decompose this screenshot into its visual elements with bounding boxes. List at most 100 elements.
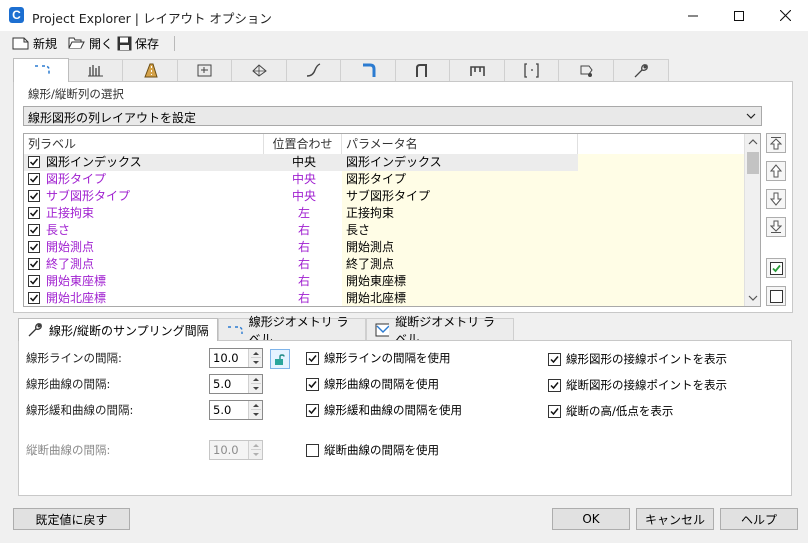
spinner-arrows[interactable]: [248, 401, 262, 419]
row-checkbox[interactable]: [28, 207, 40, 219]
row-checkbox[interactable]: [28, 224, 40, 236]
save-button[interactable]: 保存: [117, 33, 159, 53]
tab-profile-geometry-label[interactable]: 縦断ジオメトリ ラベル: [366, 315, 514, 346]
main-tab-wrench[interactable]: [612, 59, 669, 81]
table-row[interactable]: 正接拘束左正接拘束: [24, 205, 746, 222]
new-button[interactable]: 新規: [12, 33, 57, 53]
row-alignment[interactable]: 右: [264, 256, 344, 273]
minimize-button[interactable]: [670, 0, 716, 31]
ok-button[interactable]: OK: [552, 508, 630, 530]
row-checkbox[interactable]: [28, 190, 40, 202]
move-top-button[interactable]: [766, 133, 786, 153]
move-down-button[interactable]: [766, 189, 786, 209]
row-parameter-name[interactable]: 終了測点: [342, 256, 578, 273]
main-tab-pressure-fitting[interactable]: [449, 59, 505, 81]
main-tab-alignment-layout[interactable]: [13, 58, 69, 82]
main-tab-pipe-network[interactable]: [340, 59, 396, 81]
header-column-label[interactable]: 列ラベル: [28, 134, 264, 154]
main-tab-road[interactable]: [122, 59, 178, 81]
row-column-label[interactable]: 正接拘束: [46, 205, 94, 222]
row-column-label[interactable]: 開始測点: [46, 239, 94, 256]
row-checkbox[interactable]: [28, 241, 40, 253]
row-alignment[interactable]: 右: [264, 273, 344, 290]
row-checkbox[interactable]: [28, 275, 40, 287]
tab-sampling-interval-label: 線形/縦断のサンプリング間隔: [49, 323, 209, 338]
main-tab-pipe-curve[interactable]: [285, 59, 342, 81]
use-curve-interval-checkbox[interactable]: 線形曲線の間隔を使用: [306, 376, 439, 392]
lock-toggle-button[interactable]: [270, 349, 290, 369]
show-profile-tangent-points-checkbox[interactable]: 縦断図形の接線ポイントを表示: [548, 377, 727, 393]
spinner-arrows[interactable]: [248, 349, 262, 367]
table-row[interactable]: 開始北座標右開始北座標: [24, 290, 746, 306]
row-column-label[interactable]: 図形インデックス: [46, 154, 142, 171]
curve-interval-spinner[interactable]: 5.0: [209, 374, 263, 394]
table-row[interactable]: 開始東座標右開始東座標: [24, 273, 746, 290]
row-column-label[interactable]: 開始東座標: [46, 273, 106, 290]
scrollbar-thumb[interactable]: [747, 152, 759, 174]
table-row[interactable]: 図形インデックス 中央 図形インデックス: [24, 154, 746, 171]
check-all-button[interactable]: [766, 258, 786, 278]
move-bottom-button[interactable]: [766, 217, 786, 237]
main-tab-corridor-section[interactable]: [176, 59, 233, 81]
row-alignment[interactable]: 右: [264, 239, 344, 256]
table-row[interactable]: 長さ右長さ: [24, 222, 746, 239]
use-profile-curve-interval-checkbox[interactable]: 縦断曲線の間隔を使用: [306, 442, 439, 458]
table-row[interactable]: サブ図形タイプ 中央 サブ図形タイプ: [24, 188, 746, 205]
show-alignment-tangent-points-checkbox[interactable]: 線形図形の接線ポイントを表示: [548, 351, 727, 367]
main-tab-section-bracket[interactable]: [503, 59, 560, 81]
uncheck-all-button[interactable]: [766, 286, 786, 306]
row-alignment[interactable]: 中央: [264, 154, 344, 171]
header-parameter-name[interactable]: パラメータ名: [342, 134, 578, 154]
help-button[interactable]: ヘルプ: [720, 508, 798, 530]
row-parameter-name[interactable]: 開始測点: [342, 239, 578, 256]
tab-sampling-interval[interactable]: 線形/縦断のサンプリング間隔: [18, 318, 218, 341]
main-tab-profile-view[interactable]: [67, 59, 124, 81]
row-parameter-name[interactable]: 図形タイプ: [342, 171, 578, 188]
close-button[interactable]: [762, 0, 808, 31]
row-column-label[interactable]: 図形タイプ: [46, 171, 106, 188]
table-row[interactable]: 終了測点右終了測点: [24, 256, 746, 273]
reset-defaults-button[interactable]: 既定値に戻す: [13, 508, 130, 530]
row-alignment[interactable]: 中央: [264, 188, 344, 205]
use-line-interval-checkbox[interactable]: 線形ラインの間隔を使用: [306, 350, 451, 366]
show-alignment-tangent-points-label: 線形図形の接線ポイントを表示: [566, 352, 727, 366]
row-parameter-name[interactable]: 開始東座標: [342, 273, 578, 290]
table-row[interactable]: 図形タイプ 中央 図形タイプ: [24, 171, 746, 188]
row-checkbox[interactable]: [28, 156, 40, 168]
row-parameter-name[interactable]: 図形インデックス: [342, 154, 578, 171]
row-column-label[interactable]: 終了測点: [46, 256, 94, 273]
row-parameter-name[interactable]: 長さ: [342, 222, 578, 239]
spinner-arrows[interactable]: [248, 375, 262, 393]
main-tab-pressure-pipe[interactable]: [394, 59, 451, 81]
cancel-button[interactable]: キャンセル: [636, 508, 714, 530]
row-checkbox[interactable]: [28, 258, 40, 270]
row-alignment[interactable]: 中央: [264, 171, 344, 188]
layout-select[interactable]: 線形図形の列レイアウトを設定: [23, 106, 762, 126]
row-alignment[interactable]: 右: [264, 290, 344, 306]
row-parameter-name[interactable]: 開始北座標: [342, 290, 578, 306]
show-profile-high-low-checkbox[interactable]: 縦断の高/低点を表示: [548, 403, 673, 419]
row-alignment[interactable]: 右: [264, 222, 344, 239]
open-button[interactable]: 開く: [68, 33, 113, 53]
row-column-label[interactable]: 長さ: [46, 222, 70, 239]
table-row[interactable]: 開始測点右開始測点: [24, 239, 746, 256]
row-column-label[interactable]: サブ図形タイプ: [46, 188, 130, 205]
header-alignment[interactable]: 位置合わせ: [264, 134, 342, 154]
row-checkbox[interactable]: [28, 173, 40, 185]
row-column-label[interactable]: 開始北座標: [46, 290, 106, 306]
row-alignment[interactable]: 左: [264, 205, 344, 222]
line-interval-spinner[interactable]: 10.0: [209, 348, 263, 368]
grid-scrollbar[interactable]: [744, 134, 760, 306]
tab-alignment-geometry-label[interactable]: 線形ジオメトリ ラベル: [218, 315, 366, 346]
move-up-button[interactable]: [766, 161, 786, 181]
check-icon: [550, 407, 559, 415]
maximize-button[interactable]: [716, 0, 762, 31]
row-parameter-name[interactable]: サブ図形タイプ: [342, 188, 578, 205]
row-parameter-name[interactable]: 正接拘束: [342, 205, 578, 222]
main-tab-surface[interactable]: [231, 59, 287, 81]
app-icon: C: [9, 7, 24, 23]
main-tab-point-tag[interactable]: [558, 59, 614, 81]
row-checkbox[interactable]: [28, 292, 40, 304]
use-spiral-interval-checkbox[interactable]: 線形緩和曲線の間隔を使用: [306, 402, 462, 418]
spiral-interval-spinner[interactable]: 5.0: [209, 400, 263, 420]
